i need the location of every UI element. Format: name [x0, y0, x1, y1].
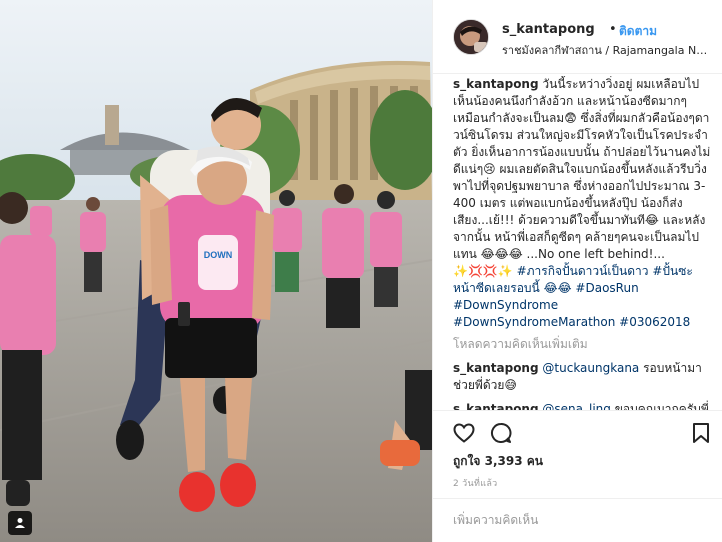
post-timestamp[interactable]: 2 วันที่แล้ว	[453, 476, 498, 490]
comment-mention[interactable]: @tuckaungkana	[542, 361, 639, 375]
caption-text: วันนี้ระหว่างวิ่งอยู่ ผมเหลือบไปเห็นน้อง…	[453, 77, 711, 278]
post-photo[interactable]: DOWN	[0, 0, 432, 542]
likes-prefix: ถูกใจ	[453, 454, 481, 468]
comment-button[interactable]	[489, 421, 513, 445]
comment-item: s_kantapong @sena_ling ขอบคุณมากครับพี่	[453, 401, 715, 410]
like-button[interactable]	[452, 421, 476, 445]
likes-count[interactable]: ถูกใจ 3,393 คน	[453, 452, 543, 471]
caption: s_kantapong วันนี้ระหว่างวิ่งอยู่ ผมเหลื…	[453, 76, 715, 331]
header-separator: •	[609, 22, 617, 37]
comments-section[interactable]: s_kantapong วันนี้ระหว่างวิ่งอยู่ ผมเหลื…	[453, 76, 715, 410]
follow-button[interactable]: ติดตาม	[619, 22, 657, 41]
post-side-panel: s_kantapong • ติดตาม ราชมังคลากีฬาสถาน /…	[432, 0, 722, 542]
comment-username[interactable]: s_kantapong	[453, 402, 539, 410]
likes-suffix: คน	[526, 454, 543, 468]
add-comment-bar	[433, 498, 722, 542]
header-username[interactable]: s_kantapong	[502, 22, 595, 37]
likes-number: 3,393	[484, 454, 523, 468]
svg-text:DOWN: DOWN	[204, 250, 233, 260]
heart-outline-icon	[453, 423, 475, 443]
avatar-image	[454, 20, 488, 54]
action-bar	[433, 410, 722, 454]
caption-username[interactable]: s_kantapong	[453, 77, 539, 91]
comment-item: s_kantapong @tuckaungkana รอบหน้ามาช่วยพ…	[453, 360, 715, 394]
post-header: s_kantapong • ติดตาม ราชมังคลากีฬาสถาน /…	[433, 0, 722, 74]
save-button[interactable]	[689, 421, 713, 445]
speech-bubble-icon	[491, 423, 512, 443]
load-more-comments-link[interactable]: โหลดความคิดเห็นเพิ่มเติม	[453, 336, 715, 353]
running-event-photo: DOWN	[0, 0, 432, 542]
location-link[interactable]: ราชมังคลากีฬาสถาน / Rajamangala National…	[502, 41, 712, 59]
comment-mention[interactable]: @sena_ling	[542, 402, 610, 410]
person-icon	[15, 518, 25, 528]
comment-username[interactable]: s_kantapong	[453, 361, 539, 375]
comment-text: ขอบคุณมากครับพี่	[610, 402, 709, 410]
avatar[interactable]	[453, 19, 489, 55]
bookmark-icon	[693, 423, 709, 443]
user-tag-button[interactable]	[8, 511, 32, 535]
comment-input[interactable]	[453, 509, 703, 531]
